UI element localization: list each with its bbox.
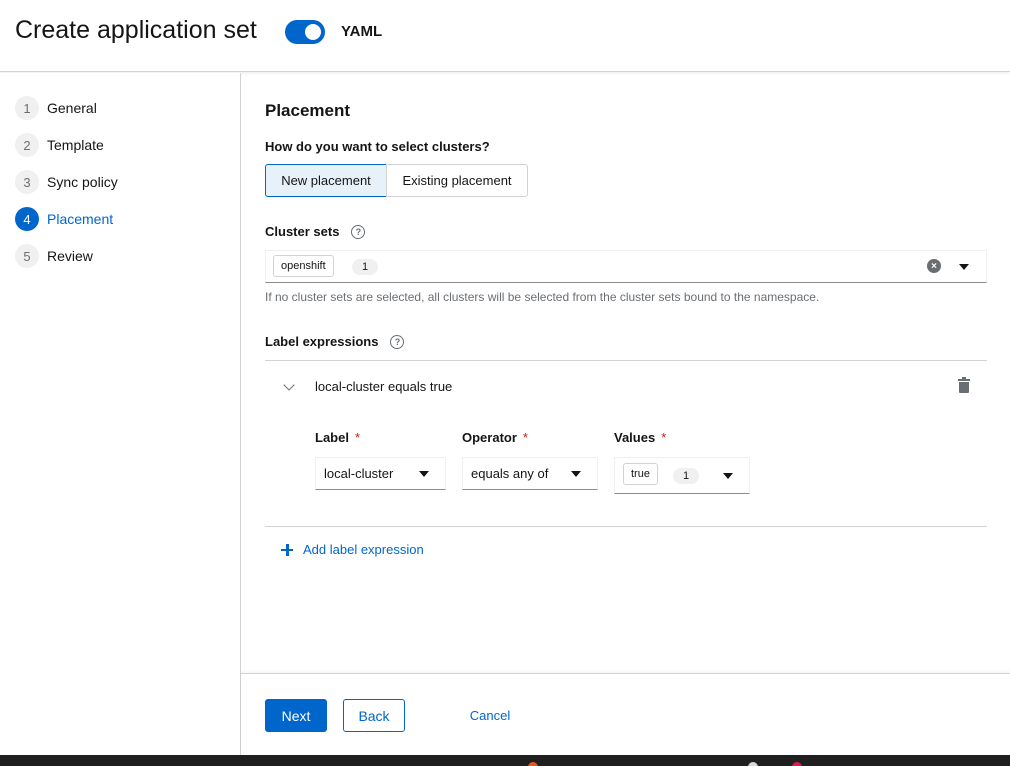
taskbar-app-icon[interactable] xyxy=(748,762,758,766)
cluster-sets-select[interactable]: openshift 1 × xyxy=(265,250,987,283)
plus-icon xyxy=(281,543,293,556)
step-number: 2 xyxy=(15,133,39,157)
expression-title: local-cluster equals true xyxy=(315,379,453,394)
wizard-step-template[interactable]: 2 Template xyxy=(15,133,104,157)
values-field-label-text: Values xyxy=(614,430,656,445)
operator-field-label: Operator * xyxy=(462,430,528,445)
label-field-label-text: Label xyxy=(315,430,349,445)
cluster-sets-label: Cluster sets ? xyxy=(265,224,366,239)
os-taskbar xyxy=(0,755,1010,766)
step-number: 3 xyxy=(15,170,39,194)
value-chip: true xyxy=(623,463,658,485)
toggle-knob xyxy=(305,24,321,40)
add-label-expression-button[interactable]: Add label expression xyxy=(281,542,424,557)
divider xyxy=(265,360,987,361)
taskbar-app-icon[interactable] xyxy=(528,762,538,766)
divider xyxy=(265,526,987,527)
step-label: Sync policy xyxy=(47,174,118,190)
help-icon[interactable]: ? xyxy=(390,334,405,349)
wizard-step-placement[interactable]: 4 Placement xyxy=(15,207,113,231)
wizard-nav: 1 General 2 Template 3 Sync policy 4 Pla… xyxy=(0,73,241,755)
operator-field-label-text: Operator xyxy=(462,430,517,445)
cluster-set-count-badge: 1 xyxy=(352,259,379,275)
yaml-toggle[interactable] xyxy=(285,20,325,44)
operator-select-value: equals any of xyxy=(471,466,549,481)
wizard-step-sync-policy[interactable]: 3 Sync policy xyxy=(15,170,118,194)
values-field-label: Values * xyxy=(614,430,666,445)
page-header: Create application set YAML xyxy=(0,0,1010,72)
caret-down-icon xyxy=(723,473,733,479)
taskbar-app-icon[interactable] xyxy=(792,762,802,766)
trash-icon[interactable] xyxy=(958,377,970,393)
label-select[interactable]: local-cluster xyxy=(315,457,446,490)
chevron-down-icon[interactable] xyxy=(283,379,295,391)
step-label: General xyxy=(47,100,97,116)
new-placement-button[interactable]: New placement xyxy=(265,164,387,197)
required-indicator: * xyxy=(354,430,361,445)
clear-icon[interactable]: × xyxy=(927,259,941,273)
required-indicator: * xyxy=(661,430,667,445)
back-button[interactable]: Back xyxy=(343,699,405,732)
yaml-toggle-label: YAML xyxy=(341,23,383,40)
caret-down-icon xyxy=(571,471,581,477)
next-button[interactable]: Next xyxy=(265,699,327,732)
cluster-sets-helper-text: If no cluster sets are selected, all clu… xyxy=(265,290,820,304)
add-label-expression-label: Add label expression xyxy=(303,542,424,557)
wizard-step-general[interactable]: 1 General xyxy=(15,96,97,120)
trash-lid xyxy=(958,379,970,381)
step-label: Review xyxy=(47,248,93,264)
existing-placement-button[interactable]: Existing placement xyxy=(386,164,528,197)
value-count-badge: 1 xyxy=(673,468,700,484)
cluster-set-chip: openshift xyxy=(273,255,334,277)
select-clusters-question: How do you want to select clusters? xyxy=(265,139,490,154)
page-title: Create application set xyxy=(15,16,257,44)
help-icon[interactable]: ? xyxy=(351,224,366,239)
placement-form: Placement How do you want to select clus… xyxy=(241,73,1010,673)
step-number: 1 xyxy=(15,96,39,120)
label-expressions-label: Label expressions ? xyxy=(265,334,405,349)
step-label: Template xyxy=(47,137,104,153)
step-label: Placement xyxy=(47,211,114,227)
section-title: Placement xyxy=(265,101,351,120)
step-number: 5 xyxy=(15,244,39,268)
label-field-label: Label * xyxy=(315,430,360,445)
label-select-value: local-cluster xyxy=(324,466,394,481)
wizard-step-review[interactable]: 5 Review xyxy=(15,244,93,268)
label-expressions-label-text: Label expressions xyxy=(265,334,379,349)
cancel-button[interactable]: Cancel xyxy=(460,699,520,732)
required-indicator: * xyxy=(522,430,528,445)
step-number: 4 xyxy=(15,207,39,231)
values-select[interactable]: true 1 xyxy=(614,457,750,494)
trash-body xyxy=(959,382,969,393)
cluster-sets-label-text: Cluster sets xyxy=(265,224,340,239)
caret-down-icon xyxy=(419,471,429,477)
operator-select[interactable]: equals any of xyxy=(462,457,598,490)
caret-down-icon[interactable] xyxy=(959,264,969,270)
wizard-footer: Next Back Cancel xyxy=(241,673,1010,755)
